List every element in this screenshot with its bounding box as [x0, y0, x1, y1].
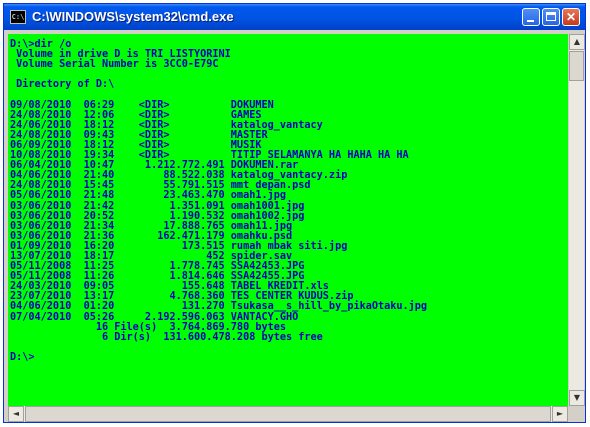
maximize-icon — [546, 12, 556, 21]
console-line: D:\> — [10, 351, 35, 363]
vertical-scroll-thumb[interactable] — [569, 51, 584, 81]
horizontal-scrollbar[interactable]: ◄ ► — [8, 406, 568, 422]
maximize-button[interactable] — [542, 8, 560, 26]
vertical-scrollbar[interactable]: ▲ ▼ — [568, 34, 585, 406]
up-arrow-icon: ▲ — [573, 37, 581, 46]
scroll-corner — [568, 406, 584, 422]
down-arrow-icon: ▼ — [573, 393, 581, 402]
console-output[interactable]: D:\>dir /o Volume in drive D is TRI LIST… — [8, 34, 568, 406]
scroll-left-button[interactable]: ◄ — [8, 406, 24, 422]
left-arrow-icon: ◄ — [12, 409, 20, 418]
right-arrow-icon: ► — [556, 409, 564, 418]
window-title: C:\WINDOWS\system32\cmd.exe — [32, 9, 234, 24]
minimize-button[interactable] — [522, 8, 540, 26]
cmd-icon[interactable]: C:\ — [10, 10, 26, 24]
scroll-up-button[interactable]: ▲ — [569, 34, 585, 50]
cmd-window: C:\ C:\WINDOWS\system32\cmd.exe ✕ D:\>di… — [3, 3, 586, 423]
console-text: D:\>dir /o Volume in drive D is TRI LIST… — [8, 34, 568, 363]
console-line: Directory of D:\ — [10, 79, 115, 91]
scroll-right-button[interactable]: ► — [552, 406, 568, 422]
scroll-down-button[interactable]: ▼ — [569, 390, 585, 406]
console-line: 6 Dir(s) 131.600.478.208 bytes free — [10, 331, 323, 343]
close-icon: ✕ — [565, 10, 577, 24]
minimize-icon — [527, 20, 534, 22]
close-button[interactable]: ✕ — [562, 8, 580, 26]
console-line: Volume Serial Number is 3CC0-E79C — [10, 59, 219, 71]
title-bar[interactable]: C:\ C:\WINDOWS\system32\cmd.exe ✕ — [4, 4, 585, 30]
horizontal-scroll-thumb[interactable] — [25, 406, 551, 422]
